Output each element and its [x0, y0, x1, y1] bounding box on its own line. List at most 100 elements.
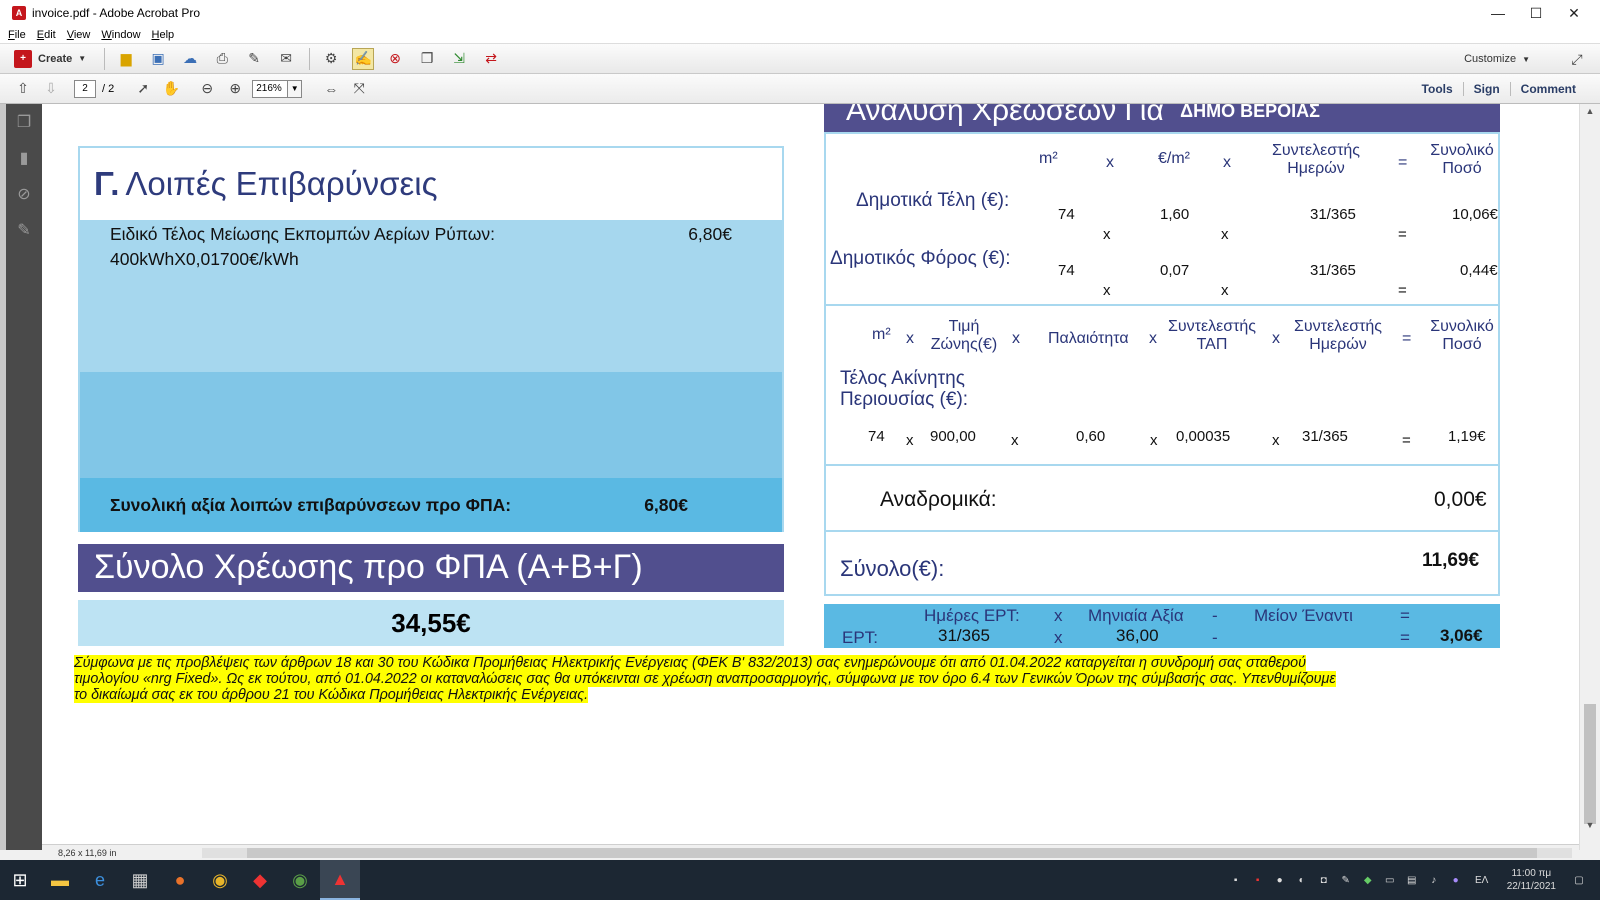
subtotal-value: 6,80€ [644, 495, 688, 515]
eq-sign: = [1402, 432, 1411, 449]
x-sign: x [1054, 628, 1063, 647]
notice-line3: το δικαίωμά σας εκ του άρθρου 21 του Κώδ… [74, 687, 589, 704]
page-number-input[interactable]: 2 [74, 79, 96, 98]
chrome-alt-icon[interactable]: ◉ [280, 860, 320, 900]
page-thumbnails-icon[interactable]: ❐ [6, 104, 42, 140]
signatures-icon[interactable]: ✎ [6, 212, 42, 248]
language-indicator[interactable]: ΕΛ [1469, 871, 1495, 889]
other-charges-spacer [80, 372, 782, 478]
previous-page-icon[interactable]: ⇧ [12, 78, 34, 100]
header-x: x [1012, 330, 1020, 347]
header-days-coef: Συντελεστής Ημερών [1286, 318, 1390, 354]
expand-icon[interactable]: ⤢ [1566, 48, 1588, 70]
notifications-icon[interactable]: ▢ [1570, 871, 1588, 889]
municipal-tax-label: Δημοτικός Φόρος (€): [830, 248, 1011, 269]
close-button[interactable]: ✕ [1556, 0, 1592, 26]
municipality-sum-value: 11,69€ [1422, 550, 1480, 571]
next-page-icon[interactable]: ⇩ [40, 78, 62, 100]
tray-app-icon[interactable]: ▪ [1227, 871, 1245, 889]
tray-chat-icon[interactable]: ● [1271, 871, 1289, 889]
open-folder-icon[interactable]: ▆ [115, 48, 137, 70]
notice-line1: Σύμφωνα με τις προβλέψεις των άρθρων 18 … [74, 655, 1306, 671]
vertical-scroll-thumb[interactable] [1584, 704, 1596, 824]
tray-pen-icon[interactable]: ✎ [1337, 871, 1355, 889]
menu-help[interactable]: Help [152, 29, 175, 41]
vertical-scrollbar[interactable]: ▲ ▼ [1579, 104, 1600, 850]
fit-page-icon[interactable]: ⇔ [320, 78, 342, 100]
save-icon[interactable]: ▣ [147, 48, 169, 70]
horizontal-scroll-thumb[interactable] [247, 848, 1537, 858]
x-sign: x [1221, 226, 1229, 243]
scroll-down-icon[interactable]: ▼ [1580, 820, 1600, 836]
tools-link[interactable]: Tools [1412, 82, 1463, 96]
municipality-title-text: Ανάλυση Χρεώσεων Για [846, 104, 1164, 127]
header-eq: = [1398, 154, 1408, 171]
municipal-fees-label: Δημοτικά Τέλη (€): [856, 190, 1010, 211]
zoom-input[interactable]: 216% [252, 79, 289, 98]
customize-dropdown[interactable]: Customize ▼ [1464, 44, 1530, 74]
clock-time: 11:00 πμ [1511, 868, 1552, 879]
zoom-out-icon[interactable]: ⊖ [196, 78, 218, 100]
sign-link[interactable]: Sign [1462, 82, 1510, 96]
tray-display-icon[interactable]: ▭ [1381, 871, 1399, 889]
acrobat-taskbar-icon[interactable]: ▲ [320, 860, 360, 900]
tray-security-icon[interactable]: ◆ [1359, 871, 1377, 889]
zoom-dropdown-chevron-icon[interactable]: ▼ [288, 79, 303, 98]
firefox-icon[interactable]: ● [160, 860, 200, 900]
insert-page-icon[interactable]: ❐ [416, 48, 438, 70]
create-button[interactable]: + Create ▼ [14, 49, 86, 68]
select-tool-icon[interactable]: ➚ [132, 78, 154, 100]
internet-explorer-icon[interactable]: e [80, 860, 120, 900]
fit-width-icon[interactable]: ⤧ [348, 78, 370, 100]
tray-viber-icon[interactable]: ● [1447, 871, 1465, 889]
tray-anydesk-icon[interactable]: ▪ [1249, 871, 1267, 889]
menu-file[interactable]: File [8, 29, 26, 41]
header-total: Συνολικό Ποσό [1422, 142, 1502, 178]
replace-page-icon[interactable]: ⇄ [480, 48, 502, 70]
tray-teamviewer-icon[interactable]: ◐ [1293, 871, 1311, 889]
tray-shield-icon[interactable]: ◘ [1315, 871, 1333, 889]
create-icon: + [14, 49, 32, 68]
header-total-line1: Συνολικό [1430, 142, 1494, 159]
email-icon[interactable]: ✉ [275, 48, 297, 70]
attachments-icon[interactable]: ⊘ [6, 176, 42, 212]
subtotal-label: Συνολική αξία λοιπών επιβαρύνσεων προ ΦΠ… [110, 494, 512, 515]
minimize-button[interactable]: — [1480, 0, 1516, 26]
eq-sign: = [1398, 226, 1407, 243]
settings-gear-icon[interactable]: ⚙ [320, 48, 342, 70]
windows-taskbar: ⊞ ▬ e ▦ ● ◉ ◆ ◉ ▲ ▪ ▪ ● ◐ ◘ ✎ ◆ ▭ ▤ ♪ ● … [0, 860, 1600, 900]
print-icon[interactable]: ⎙ [211, 48, 233, 70]
network-icon[interactable]: ▤ [1403, 871, 1421, 889]
clock[interactable]: 11:00 πμ 22/11/2021 [1507, 867, 1556, 893]
cloud-upload-icon[interactable]: ☁ [179, 48, 201, 70]
hand-tool-icon[interactable]: ✋ [160, 78, 182, 100]
section-letter: Γ. [94, 165, 120, 202]
comment-note-icon[interactable]: ✍ [352, 47, 375, 70]
property-zone-price: 900,00 [930, 428, 976, 445]
menu-view[interactable]: View [67, 29, 91, 41]
extract-page-icon[interactable]: ⇲ [448, 48, 470, 70]
maximize-button[interactable]: ☐ [1518, 0, 1554, 26]
scroll-up-icon[interactable]: ▲ [1580, 106, 1600, 122]
zoom-in-icon[interactable]: ⊕ [224, 78, 246, 100]
menu-edit[interactable]: Edit [37, 29, 56, 41]
edit-document-icon[interactable]: ✎ [243, 48, 265, 70]
file-explorer-icon[interactable]: ▬ [40, 860, 80, 900]
retroactive-box: Αναδρομικά: 0,00€ [824, 464, 1500, 534]
windows-start-icon[interactable]: ⊞ [0, 860, 40, 900]
ert-days-value: 31/365 [938, 626, 990, 645]
other-charges-heading: Γ. Λοιπές Επιβαρύνσεις [80, 148, 782, 220]
bookmarks-icon[interactable]: ▮ [6, 140, 42, 176]
calculator-icon[interactable]: ▦ [120, 860, 160, 900]
horizontal-scrollbar[interactable] [202, 848, 1572, 858]
total-before-vat-value: 34,55€ [78, 600, 784, 646]
anydesk-icon[interactable]: ◆ [240, 860, 280, 900]
acrobat-icon: A [12, 6, 26, 20]
comment-link[interactable]: Comment [1509, 82, 1586, 96]
menu-window[interactable]: Window [101, 29, 140, 41]
chevron-down-icon: ▼ [1522, 54, 1530, 64]
chrome-icon[interactable]: ◉ [200, 860, 240, 900]
delete-page-icon[interactable]: ⊗ [384, 48, 406, 70]
header-total-line2: Ποσό [1442, 160, 1482, 177]
volume-icon[interactable]: ♪ [1425, 871, 1443, 889]
